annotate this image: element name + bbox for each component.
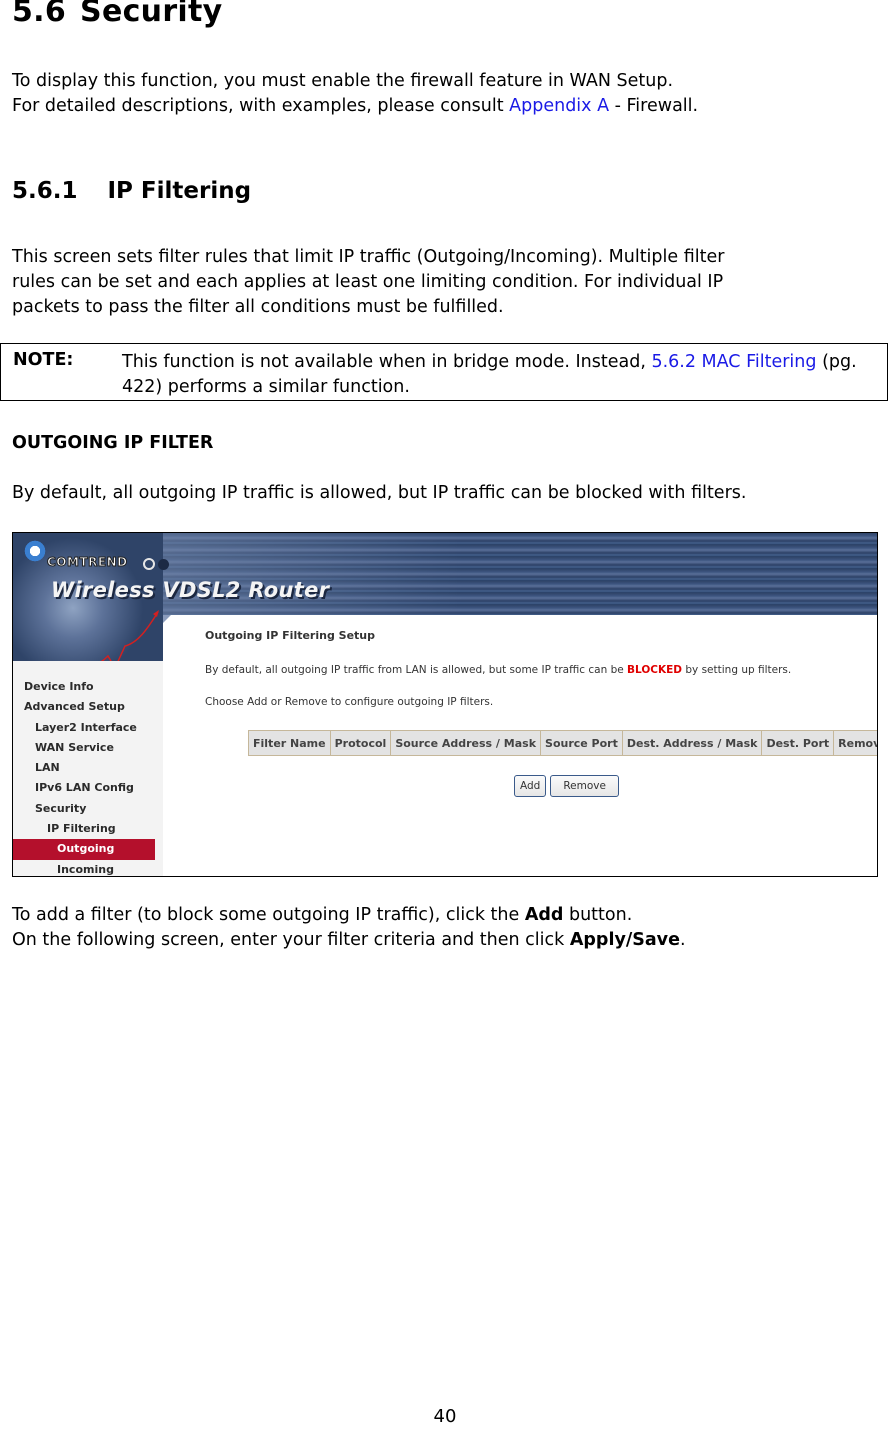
sidebar-item-device-info[interactable]: Device Info: [13, 677, 163, 697]
note-box: NOTE: This function is not available whe…: [0, 343, 888, 401]
router-instruction: Choose Add or Remove to configure outgoi…: [205, 696, 494, 708]
subsection-title: IP Filtering: [107, 178, 252, 204]
sidebar-menu: Device Info Advanced Setup Layer2 Interf…: [13, 677, 163, 876]
mac-filtering-link[interactable]: 5.6.2 MAC Filtering: [651, 352, 816, 372]
router-screenshot: COMTREND Wireless VDSL2 Router Device In…: [12, 532, 878, 877]
sidebar-item-layer2-interface[interactable]: Layer2 Interface: [13, 718, 163, 738]
instruction-suffix: button.: [563, 905, 633, 925]
section-heading: 5.6 Security: [12, 0, 223, 29]
add-button[interactable]: Add: [514, 775, 547, 797]
content-corner: [163, 615, 171, 623]
intro-line-1: To display this function, you must enabl…: [12, 71, 674, 91]
instruction-line-1: To add a filter (to block some outgoing …: [12, 903, 686, 928]
note-text-prefix: This function is not available when in b…: [122, 352, 652, 372]
apply-save-emphasis: Apply/Save: [569, 930, 680, 950]
subsection-paragraph: This screen sets filter rules that limit…: [12, 245, 724, 320]
banner-highlight: [163, 533, 463, 615]
note-text: This function is not available when in b…: [122, 350, 882, 400]
intro-text: For detailed descriptions, with examples…: [12, 96, 510, 116]
description-text: By default, all outgoing IP traffic from…: [205, 664, 628, 676]
router-sidebar: Device Info Advanced Setup Layer2 Interf…: [13, 661, 163, 876]
col-filter-name: Filter Name: [248, 730, 331, 756]
outgoing-description: By default, all outgoing IP traffic is a…: [12, 483, 747, 503]
logo-dots-icon: [143, 555, 172, 574]
section-title: Security: [80, 0, 223, 29]
sidebar-item-security[interactable]: Security: [13, 799, 163, 819]
col-dest-address: Dest. Address / Mask: [621, 730, 763, 756]
col-source-port: Source Port: [540, 730, 623, 756]
intro-text-suffix: - Firewall.: [609, 96, 699, 116]
col-dest-port: Dest. Port: [761, 730, 835, 756]
product-name: Wireless VDSL2 Router: [51, 578, 330, 602]
section-number: 5.6: [12, 0, 67, 29]
sidebar-item-outgoing[interactable]: Outgoing: [13, 839, 155, 860]
sidebar-item-incoming[interactable]: Incoming: [13, 860, 163, 876]
instruction-text: To add a filter (to block some outgoing …: [12, 905, 525, 925]
add-instructions: To add a filter (to block some outgoing …: [12, 903, 686, 953]
instruction-line-2: On the following screen, enter your filt…: [12, 928, 686, 953]
note-label: NOTE:: [13, 350, 74, 370]
col-protocol: Protocol: [329, 730, 392, 756]
sidebar-item-lan[interactable]: LAN: [13, 758, 163, 778]
router-page-title: Outgoing IP Filtering Setup: [205, 629, 376, 642]
col-source-address: Source Address / Mask: [390, 730, 542, 756]
router-description: By default, all outgoing IP traffic from…: [205, 664, 791, 676]
subsection-number: 5.6.1: [12, 178, 78, 204]
page-number: 40: [433, 1406, 457, 1427]
remove-button[interactable]: Remove: [550, 775, 619, 797]
col-remove: Remove: [833, 730, 877, 756]
paragraph-line: This screen sets filter rules that limit…: [12, 247, 725, 267]
table-header-row: Filter Name Protocol Source Address / Ma…: [248, 730, 877, 756]
description-suffix: by setting up filters.: [682, 664, 792, 676]
brand-logo: COMTREND: [47, 555, 128, 570]
button-row: Add Remove: [514, 774, 623, 797]
sidebar-item-ipv6-lan-config[interactable]: IPv6 LAN Config: [13, 778, 163, 798]
outgoing-heading: OUTGOING IP FILTER: [12, 433, 214, 453]
paragraph-line: rules can be set and each applies at lea…: [12, 272, 724, 292]
paragraph-line: packets to pass the filter all condition…: [12, 297, 504, 317]
comtrend-logo-icon: [23, 539, 47, 563]
appendix-a-link[interactable]: Appendix A: [509, 96, 609, 116]
blocked-text: BLOCKED: [627, 664, 683, 676]
section-intro: To display this function, you must enabl…: [12, 69, 698, 119]
intro-line-2: For detailed descriptions, with examples…: [12, 94, 698, 119]
add-emphasis: Add: [524, 905, 564, 925]
instruction-suffix: .: [679, 930, 686, 950]
instruction-text: On the following screen, enter your filt…: [12, 930, 570, 950]
sidebar-item-ip-filtering[interactable]: IP Filtering: [13, 819, 163, 839]
subsection-heading: 5.6.1 IP Filtering: [12, 178, 251, 204]
sidebar-item-wan-service[interactable]: WAN Service: [13, 738, 163, 758]
sidebar-item-advanced-setup[interactable]: Advanced Setup: [13, 697, 163, 717]
filter-table: Filter Name Protocol Source Address / Ma…: [248, 730, 877, 756]
